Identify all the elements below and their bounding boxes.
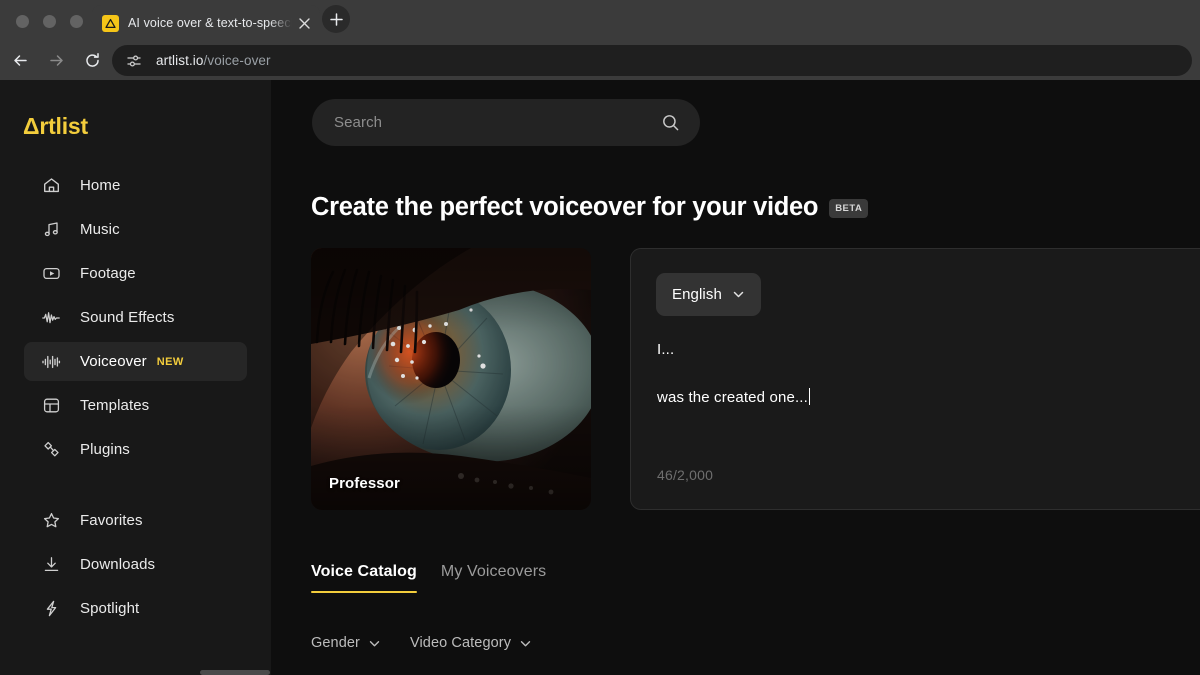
url-domain: artlist.io: [156, 53, 204, 68]
page-title: Create the perfect voiceover for your vi…: [311, 193, 819, 221]
script-text-area[interactable]: I... was the created one...: [657, 342, 1200, 405]
home-icon: [41, 176, 61, 196]
tab-voice-catalog[interactable]: Voice Catalog: [311, 563, 417, 593]
sidebar-nav: Home Music Footage Sound Effects Voiceov…: [24, 166, 247, 633]
window-close-button[interactable]: [16, 15, 29, 28]
search-container: Search: [312, 99, 700, 146]
chevron-down-icon: [732, 288, 745, 301]
filter-row: Gender Video Category: [311, 635, 532, 651]
sidebar-item-label: Plugins: [80, 441, 130, 458]
voice-preview-card[interactable]: Professor: [311, 248, 591, 510]
page-title-row: Create the perfect voiceover for your vi…: [311, 193, 869, 222]
sidebar-item-label: Favorites: [80, 512, 143, 529]
search-input[interactable]: Search: [312, 99, 700, 146]
chevron-down-icon: [519, 637, 532, 650]
filter-video-category[interactable]: Video Category: [410, 635, 532, 651]
browser-tab-title: AI voice over & text-to-speech: [128, 16, 292, 30]
window-maximize-button[interactable]: [70, 15, 83, 28]
voice-bars-icon: [41, 352, 61, 372]
waveform-icon: [41, 308, 61, 328]
script-line-2-wrap: was the created one...: [657, 388, 811, 406]
character-counter: 46/2,000: [657, 467, 714, 483]
main-content: Search Create the perfect voiceover for …: [271, 80, 1200, 675]
sidebar-item-label: Footage: [80, 265, 136, 282]
address-bar[interactable]: artlist.io/voice-over: [112, 45, 1192, 76]
sidebar-item-label: Home: [80, 177, 121, 194]
plugins-icon: [41, 440, 61, 460]
browser-chrome: AI voice over & text-to-speech artlist.i…: [0, 0, 1200, 80]
video-play-icon: [41, 264, 61, 284]
filter-label: Video Category: [409, 635, 512, 651]
tab-label: Voice Catalog: [311, 563, 417, 580]
filter-gender[interactable]: Gender: [311, 635, 381, 651]
sidebar-item-voiceover[interactable]: Voiceover NEW: [24, 342, 247, 381]
tab-label: My Voiceovers: [440, 563, 547, 580]
layout-icon: [41, 396, 61, 416]
star-icon: [41, 511, 61, 531]
chevron-down-icon: [368, 637, 381, 650]
script-line-2: was the created one...: [657, 389, 808, 406]
sidebar-divider: [24, 474, 247, 501]
page-settings-icon[interactable]: [124, 51, 144, 71]
status-badge: NEW: [156, 355, 184, 368]
logo-text: rtlist: [39, 113, 88, 139]
browser-tabstrip: AI voice over & text-to-speech: [0, 0, 1200, 41]
script-line-1: I...: [657, 341, 675, 358]
voiceover-editor-panel: English I... was the created one... 46/2…: [630, 248, 1200, 510]
artlist-logo[interactable]: Δrtlist: [23, 113, 88, 140]
reload-button[interactable]: [78, 47, 106, 75]
sidebar: Δrtlist Home Music Footage Sound Effects…: [0, 80, 271, 675]
new-tab-button[interactable]: [322, 5, 350, 33]
window-controls[interactable]: [16, 15, 83, 28]
browser-tab[interactable]: AI voice over & text-to-speech: [92, 5, 320, 41]
sidebar-item-home[interactable]: Home: [24, 166, 247, 205]
logo-triangle-icon: Δ: [23, 113, 40, 139]
page-content: Δrtlist Home Music Footage Sound Effects…: [0, 80, 1200, 675]
filter-label: Gender: [311, 635, 360, 651]
lightning-icon: [41, 599, 61, 619]
sidebar-item-sound-effects[interactable]: Sound Effects: [24, 298, 247, 337]
sidebar-item-spotlight[interactable]: Spotlight: [24, 589, 247, 628]
sidebar-item-favorites[interactable]: Favorites: [24, 501, 247, 540]
search-icon[interactable]: [661, 113, 680, 132]
download-icon: [41, 555, 61, 575]
catalog-tabs: Voice Catalog My Voiceovers: [311, 563, 546, 593]
window-minimize-button[interactable]: [43, 15, 56, 28]
browser-toolbar: artlist.io/voice-over: [0, 41, 1200, 80]
artlist-triangle-icon: [102, 14, 119, 32]
sidebar-item-label: Music: [80, 221, 120, 238]
sidebar-scrollbar[interactable]: [200, 670, 270, 675]
search-placeholder: Search: [334, 114, 383, 131]
sidebar-item-label: Voiceover: [80, 353, 147, 370]
sidebar-item-downloads[interactable]: Downloads: [24, 545, 247, 584]
sidebar-item-label: Downloads: [80, 556, 156, 573]
music-note-icon: [41, 220, 61, 240]
voice-card-overlay: [311, 248, 591, 510]
sidebar-item-templates[interactable]: Templates: [24, 386, 247, 425]
forward-button[interactable]: [42, 47, 70, 75]
close-icon[interactable]: [294, 13, 314, 33]
back-button[interactable]: [6, 47, 34, 75]
sidebar-item-label: Templates: [80, 397, 150, 414]
sidebar-item-footage[interactable]: Footage: [24, 254, 247, 293]
language-selector[interactable]: English: [656, 273, 761, 316]
tab-my-voiceovers[interactable]: My Voiceovers: [441, 563, 546, 593]
beta-badge: BETA: [829, 199, 869, 218]
sidebar-item-label: Sound Effects: [80, 309, 175, 326]
sidebar-item-plugins[interactable]: Plugins: [24, 430, 247, 469]
voice-name-label: Professor: [329, 475, 400, 492]
sidebar-item-label: Spotlight: [80, 600, 140, 617]
sidebar-item-music[interactable]: Music: [24, 210, 247, 249]
language-label: English: [672, 286, 722, 303]
url-path: /voice-over: [203, 53, 271, 68]
text-cursor: [808, 388, 811, 405]
address-bar-url: artlist.io/voice-over: [156, 53, 271, 68]
